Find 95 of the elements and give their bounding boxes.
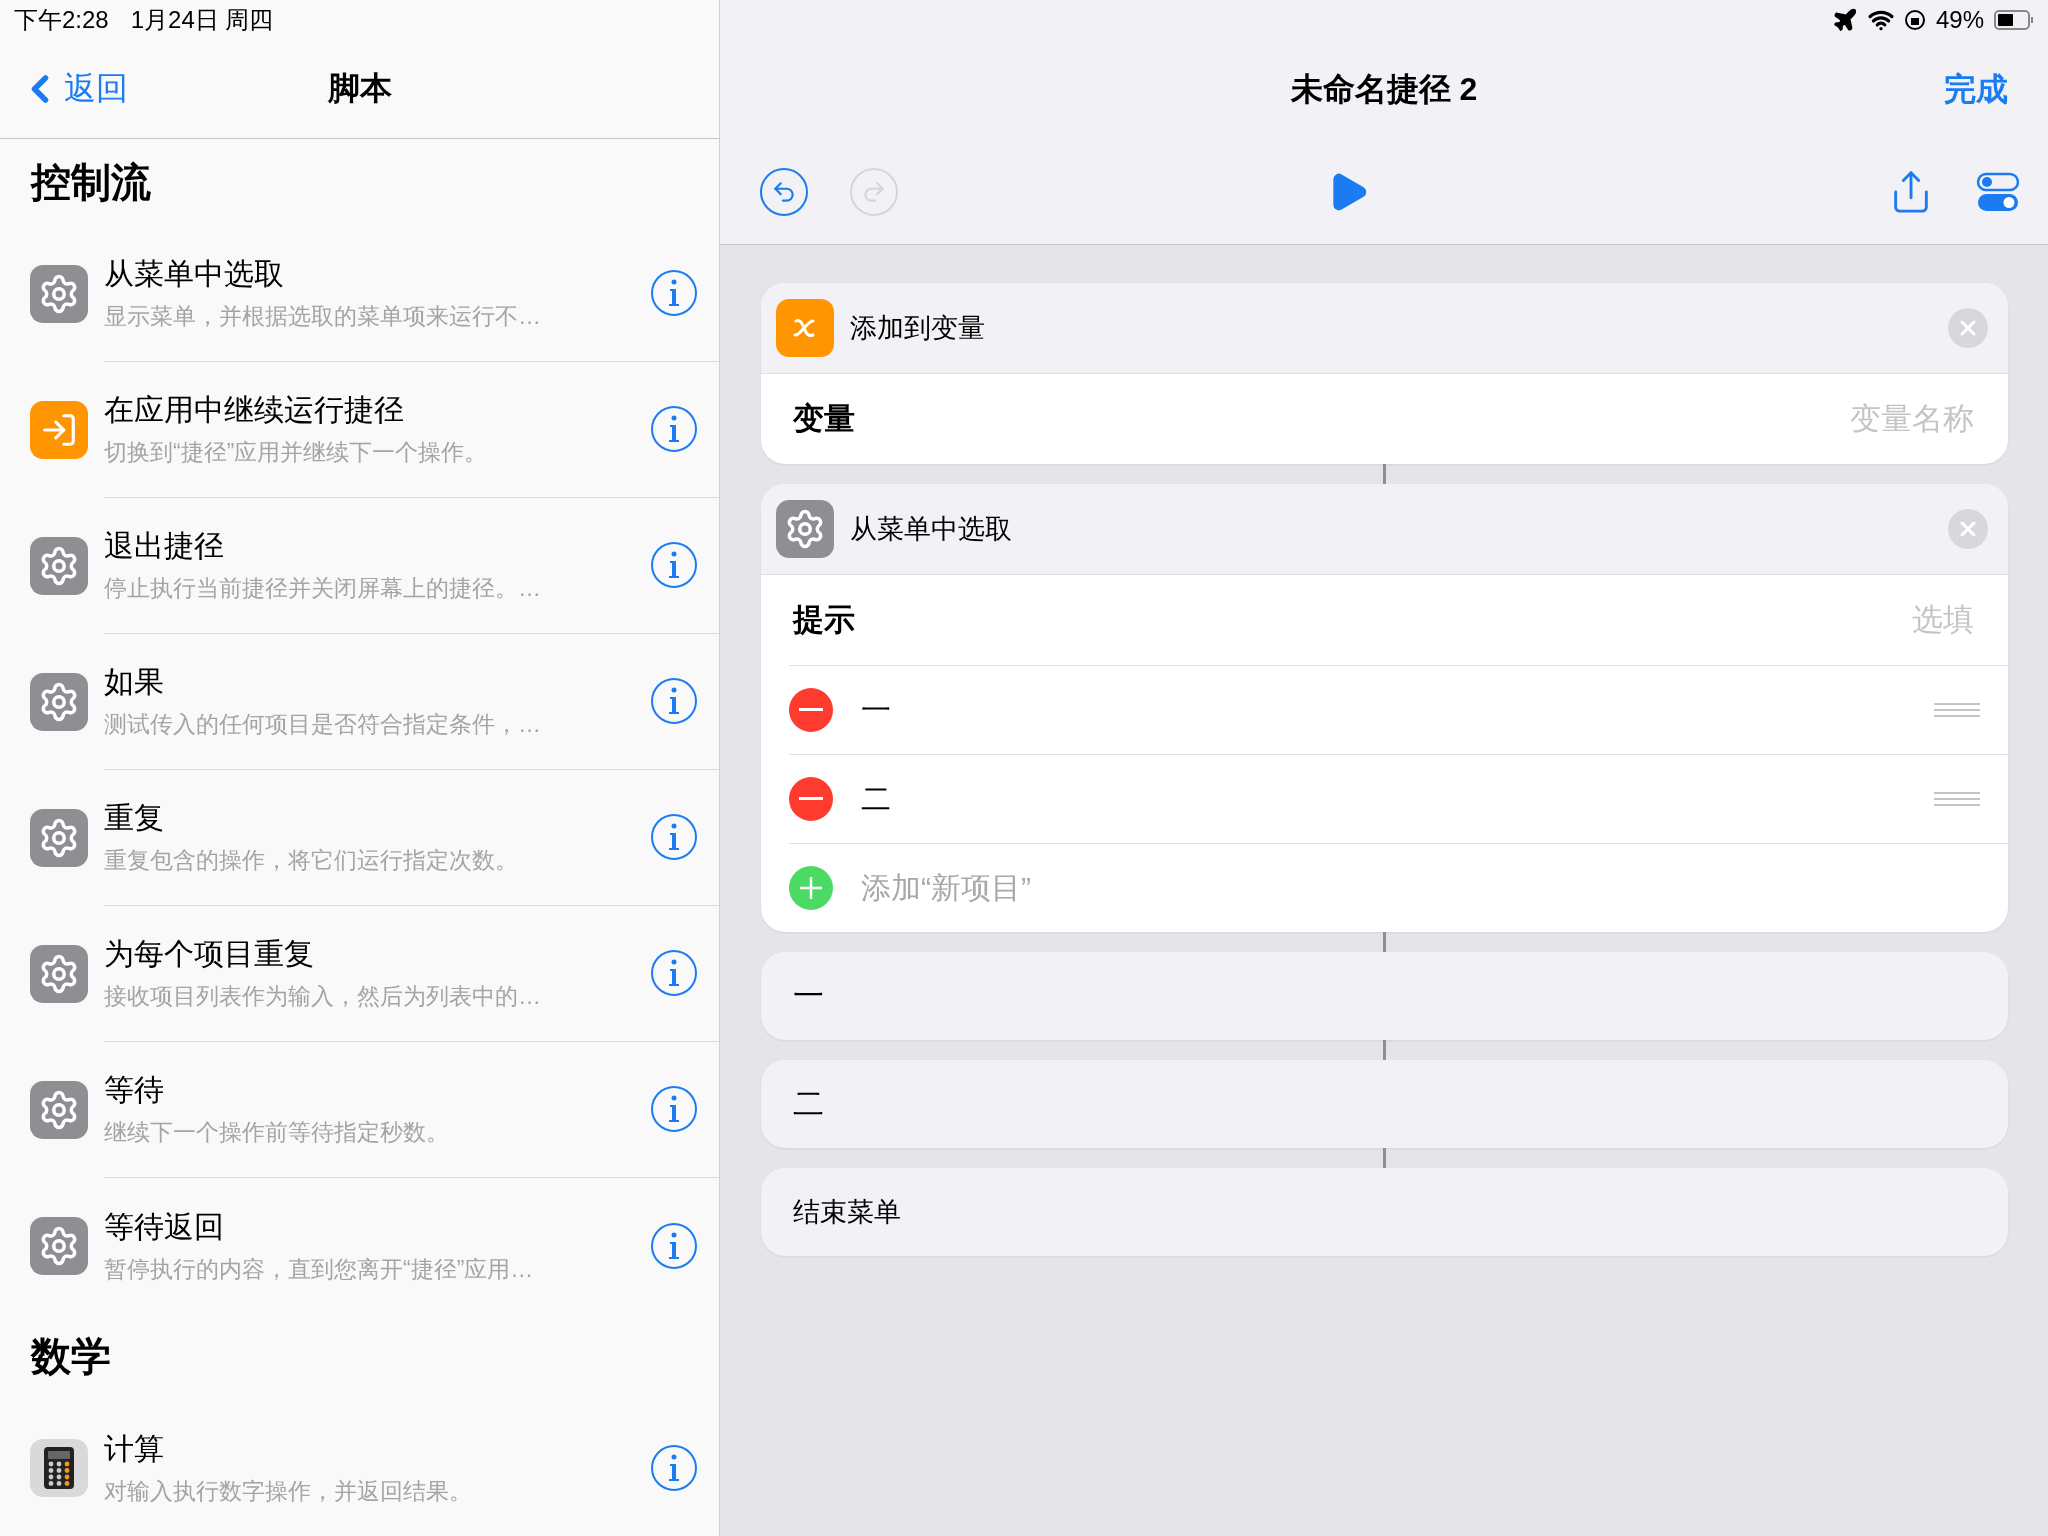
redo-icon [861,179,887,205]
action-list-item[interactable]: 等待返回 暂停执行的内容，直到您离开“捷径”应用… [0,1177,719,1314]
action-description: 暂停执行的内容，直到您离开“捷径”应用… [104,1254,535,1284]
info-icon [668,823,680,852]
action-title: 退出捷径 [104,528,225,565]
gear-icon [30,1080,88,1139]
info-button[interactable] [651,542,697,589]
undo-icon [771,179,797,205]
field-label: 提示 [793,601,855,639]
action-list-item[interactable]: 计算 对输入执行数字操作，并返回结果。 [0,1400,719,1536]
toggle-switches-icon [1976,170,2020,214]
section-title: 数学 [31,1333,111,1381]
action-list-item[interactable]: 在应用中继续运行捷径 切换到“捷径”应用并继续下一个操作。 [0,361,719,498]
field-placeholder: 变量名称 [1850,400,1974,438]
minus-icon [799,708,823,712]
menu-item-field[interactable]: 二 [861,778,1906,820]
action-description: 停止执行当前捷径并关闭屏幕上的捷径。… [104,574,542,604]
gear-icon [30,672,88,731]
action-list-item[interactable]: 从菜单中选取 显示菜单，并根据选取的菜单项来运行不… [0,225,719,362]
gear-icon [30,1216,88,1275]
status-date: 1月24日 周四 [130,4,274,35]
action-description: 测试传入的任何项目是否符合指定条件，… [104,710,542,740]
action-title: 计算 [104,1431,165,1467]
add-item-button[interactable] [789,866,833,910]
action-list-item[interactable]: 退出捷径 停止执行当前捷径并关闭屏幕上的捷径。… [0,497,719,634]
info-button[interactable] [651,270,697,317]
action-description: 切换到“捷径”应用并继续下一个操作。 [104,438,489,468]
action-title: 在应用中继续运行捷径 [104,392,405,429]
action-description: 对输入执行数字操作，并返回结果。 [104,1477,473,1506]
action-title: 从菜单中选取 [104,256,285,293]
info-icon [668,1231,680,1260]
info-icon [668,551,680,580]
drag-handle-icon[interactable] [1934,792,1980,806]
close-icon [1960,320,1976,336]
section-title: 控制流 [31,158,151,206]
action-title: 等待 [104,1072,165,1109]
menu-item-field[interactable]: 一 [861,689,1906,731]
action-list-item[interactable]: 等待 继续下一个操作前等待指定秒数。 [0,1041,719,1178]
info-icon [668,279,680,308]
gear-icon [30,264,88,323]
drag-handle-icon[interactable] [1934,703,1980,717]
remove-item-button[interactable] [789,688,833,732]
info-icon [668,959,680,988]
nav-title: 脚本 [327,68,392,108]
remove-item-button[interactable] [789,777,833,821]
block-label: 一 [793,977,824,1015]
action-description: 接收项目列表作为输入，然后为列表中的… [104,982,542,1012]
calculator-icon [30,1439,88,1497]
gear-icon [776,500,834,558]
info-button[interactable] [651,814,697,861]
action-title: 为每个项目重复 [104,936,315,973]
action-title: 重复 [104,800,165,837]
plus-icon [799,876,823,900]
shortcut-title: 未命名捷径 2 [1290,70,1478,109]
action-title: 如果 [104,664,165,701]
block-label: 结束菜单 [793,1196,901,1229]
info-button[interactable] [651,1222,697,1269]
action-title: 从菜单中选取 [850,513,1013,546]
info-button[interactable] [651,678,697,725]
rotation-lock-icon [1903,9,1926,31]
info-icon [668,1095,680,1124]
block-label: 二 [793,1085,824,1123]
undo-button[interactable] [760,168,808,216]
done-button[interactable]: 完成 [1944,68,2008,112]
action-title: 添加到变量 [850,312,986,345]
action-list-item[interactable]: 如果 测试传入的任何项目是否符合指定条件，… [0,633,719,770]
close-icon [1960,521,1976,537]
action-description: 继续下一个操作前等待指定秒数。 [104,1118,450,1148]
info-button[interactable] [651,1086,697,1133]
action-description: 重复包含的操作，将它们运行指定次数。 [104,846,519,876]
action-list-item[interactable]: 重复 重复包含的操作，将它们运行指定次数。 [0,769,719,906]
action-description: 显示菜单，并根据选取的菜单项来运行不… [104,302,542,332]
info-icon [668,1454,680,1482]
info-button[interactable] [651,1445,697,1491]
variable-icon [776,299,834,357]
info-icon [668,415,680,444]
battery-icon [1994,10,2034,30]
parameter-field[interactable]: 提示 选填 [761,575,2008,665]
parameter-field[interactable]: 变量 变量名称 [761,374,2008,464]
action-title: 等待返回 [104,1208,225,1245]
field-placeholder: 选填 [1912,601,1974,639]
settings-toggle-button[interactable] [1976,170,2020,214]
info-button[interactable] [651,950,697,997]
gear-icon [30,536,88,595]
battery-percent: 49% [1935,6,1984,34]
info-button[interactable] [651,406,697,453]
action-list-item[interactable]: 为每个项目重复 接收项目列表作为输入，然后为列表中的… [0,905,719,1042]
field-label: 变量 [793,400,855,438]
minus-icon [799,797,823,801]
gear-icon [30,808,88,867]
airplane-icon [1831,7,1858,33]
back-button[interactable]: 返回 [0,66,128,111]
status-time: 下午2:28 [14,4,109,35]
info-icon [668,687,680,716]
gear-icon [30,944,88,1003]
